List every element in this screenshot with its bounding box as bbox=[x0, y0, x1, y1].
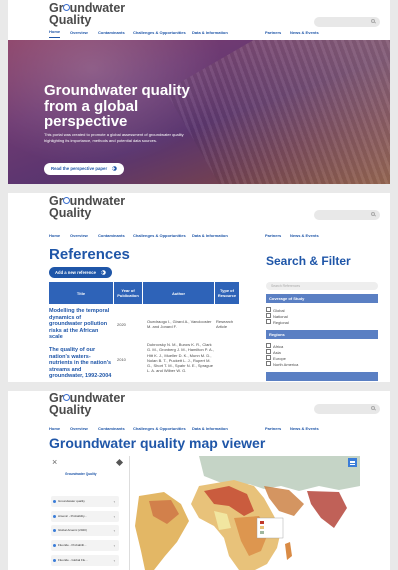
home-page-panel: Gr undwater Quality Home Overview Contami… bbox=[8, 0, 390, 184]
search-input[interactable] bbox=[314, 210, 380, 220]
references-page-panel: Gr undwater Quality Home Overview Contami… bbox=[8, 193, 390, 382]
nav-challenges[interactable]: Challenges & Opportunities bbox=[133, 27, 186, 39]
nav-home[interactable]: Home bbox=[49, 27, 61, 38]
main-nav: Home Overview Contaminants Challenges & … bbox=[8, 27, 390, 39]
site-logo[interactable]: Gr undwater Quality bbox=[49, 195, 125, 220]
hero-description: This portal was created to promote a glo… bbox=[44, 132, 184, 143]
nav-partners[interactable]: Partners bbox=[265, 423, 281, 435]
layer-item[interactable]: Fluoride - Probabilit... ‹ bbox=[51, 540, 119, 551]
hero-banner: Groundwater quality from a global perspe… bbox=[8, 40, 390, 184]
chevron-icon[interactable]: ‹ bbox=[114, 540, 115, 551]
layer-item[interactable]: Fluoride - Global Flu... ‹ bbox=[51, 555, 119, 566]
checkbox[interactable] bbox=[266, 313, 271, 318]
arrow-right-icon bbox=[110, 166, 118, 171]
nav-news[interactable]: News & Events bbox=[290, 230, 319, 242]
checkbox[interactable] bbox=[266, 319, 271, 324]
eye-icon[interactable] bbox=[53, 544, 56, 547]
layer-item[interactable]: Groundwater quality ‹ bbox=[51, 496, 119, 507]
checkbox[interactable] bbox=[266, 307, 271, 312]
reference-title-link[interactable]: Modelling the temporal dynamics of groun… bbox=[49, 308, 113, 341]
map-viewer-page-panel: Gr undwater Quality Home Overview Contami… bbox=[8, 391, 390, 570]
main-nav: Home Overview Contaminants Challenges & … bbox=[8, 230, 390, 242]
page-title: References bbox=[49, 246, 130, 263]
search-input[interactable] bbox=[314, 404, 380, 414]
column-header-title[interactable]: Title bbox=[49, 282, 114, 304]
coverage-heading: Coverage of Study bbox=[266, 294, 378, 303]
layer-sidebar: × Groundwater Quality Groundwater qualit… bbox=[49, 456, 130, 570]
page-title: Groundwater quality map viewer bbox=[49, 435, 266, 451]
chevron-icon[interactable]: ‹ bbox=[114, 555, 115, 566]
reference-year: 2010 bbox=[117, 357, 126, 362]
checkbox[interactable] bbox=[266, 343, 271, 348]
reference-author: Ouedraogo I., Girard A., Vanclooster M. … bbox=[147, 319, 212, 330]
main-nav: Home Overview Contaminants Challenges & … bbox=[8, 423, 390, 435]
map-menu-button[interactable] bbox=[348, 458, 357, 467]
eye-icon[interactable] bbox=[53, 559, 56, 562]
nav-partners[interactable]: Partners bbox=[265, 27, 281, 39]
search-input[interactable] bbox=[314, 17, 380, 27]
hero-title: Groundwater quality from a global perspe… bbox=[44, 82, 190, 130]
filter-section-header bbox=[266, 372, 378, 381]
nav-data[interactable]: Data & Information bbox=[192, 423, 228, 435]
read-paper-button[interactable]: Read the perspective paper bbox=[44, 163, 125, 175]
folder-icon bbox=[53, 500, 56, 503]
nav-challenges[interactable]: Challenges & Opportunities bbox=[133, 230, 186, 242]
checkbox[interactable] bbox=[266, 349, 271, 354]
search-icon bbox=[371, 212, 375, 216]
filter-north-america[interactable]: North America bbox=[266, 361, 298, 367]
search-icon bbox=[371, 19, 375, 23]
reference-title-link[interactable]: The quality of our nation's waters-nutri… bbox=[49, 347, 113, 380]
nav-data[interactable]: Data & Information bbox=[192, 27, 228, 39]
nav-data[interactable]: Data & Information bbox=[192, 230, 228, 242]
nav-news[interactable]: News & Events bbox=[290, 423, 319, 435]
chevron-icon[interactable]: ‹ bbox=[114, 525, 115, 536]
search-filter-title: Search & Filter bbox=[266, 254, 351, 268]
site-logo[interactable]: Gr undwater Quality bbox=[49, 392, 125, 417]
eye-icon[interactable] bbox=[53, 529, 56, 532]
nav-overview[interactable]: Overview bbox=[70, 27, 88, 39]
nav-overview[interactable]: Overview bbox=[70, 230, 88, 242]
column-header-year[interactable]: Year of Publication bbox=[114, 282, 143, 304]
checkbox[interactable] bbox=[266, 355, 271, 360]
reference-author: Dubrovsky N. M., Burow K. R., Clark G. M… bbox=[147, 342, 214, 374]
nav-contaminants[interactable]: Contaminants bbox=[98, 27, 125, 39]
reference-year: 2020 bbox=[117, 322, 126, 327]
layer-item[interactable]: Global Arsenic (2020) ‹ bbox=[51, 525, 119, 536]
reference-type: Research Article bbox=[216, 319, 234, 330]
close-icon[interactable]: × bbox=[52, 458, 57, 467]
nav-contaminants[interactable]: Contaminants bbox=[98, 423, 125, 435]
arrow-right-icon bbox=[99, 270, 106, 275]
filter-regional[interactable]: Regional bbox=[266, 319, 289, 325]
reference-search-input[interactable]: Search References bbox=[266, 282, 378, 290]
regions-heading: Regions bbox=[266, 330, 378, 339]
map-viewer[interactable]: × Groundwater Quality Groundwater qualit… bbox=[49, 456, 360, 570]
add-reference-button[interactable]: Add a new reference bbox=[49, 267, 113, 278]
chevron-icon[interactable]: ‹ bbox=[114, 511, 115, 522]
column-header-author[interactable]: Author bbox=[143, 282, 215, 304]
nav-home[interactable]: Home bbox=[49, 423, 60, 435]
eye-icon[interactable] bbox=[53, 515, 56, 518]
panel-title: Groundwater Quality bbox=[65, 472, 97, 476]
column-header-type[interactable]: Type of Resource bbox=[215, 282, 239, 304]
nav-home[interactable]: Home bbox=[49, 230, 60, 242]
nav-overview[interactable]: Overview bbox=[70, 423, 88, 435]
nav-partners[interactable]: Partners bbox=[265, 230, 281, 242]
nav-news[interactable]: News & Events bbox=[290, 27, 319, 39]
nav-contaminants[interactable]: Contaminants bbox=[98, 230, 125, 242]
checkbox[interactable] bbox=[266, 361, 271, 366]
site-logo[interactable]: Gr undwater Quality bbox=[49, 2, 125, 27]
nav-challenges[interactable]: Challenges & Opportunities bbox=[133, 423, 186, 435]
layer-item[interactable]: Arsenic - Probability... ‹ bbox=[51, 511, 119, 522]
layers-icon[interactable] bbox=[115, 458, 124, 467]
chevron-icon[interactable]: ‹ bbox=[114, 496, 115, 507]
search-icon bbox=[371, 406, 375, 410]
